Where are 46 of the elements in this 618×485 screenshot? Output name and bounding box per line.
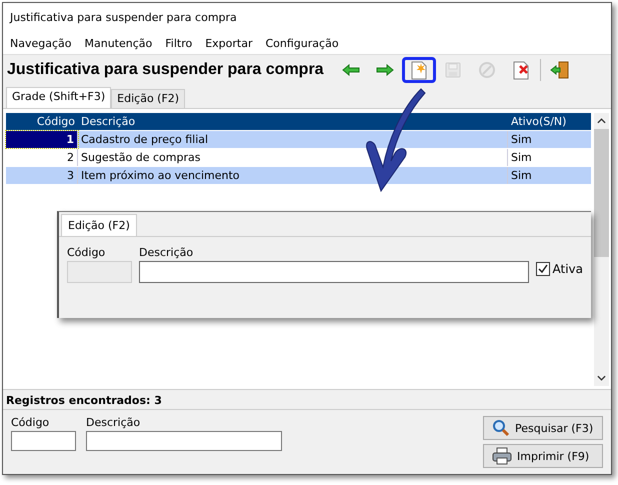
menu-item[interactable]: Configuração xyxy=(266,37,339,50)
code-field[interactable] xyxy=(11,431,76,451)
field-label: Código xyxy=(11,416,50,429)
tab[interactable]: Edição (F2) xyxy=(61,214,137,236)
save-icon xyxy=(444,61,462,79)
table-cell: 1 xyxy=(6,131,78,148)
table-cell-text: Sim xyxy=(510,132,533,148)
tab[interactable]: Grade (Shift+F3) xyxy=(6,87,112,108)
scroll-up-icon[interactable] xyxy=(597,118,606,124)
delete-document-icon xyxy=(512,60,530,80)
exit-door-icon xyxy=(550,60,570,80)
print-button[interactable]: Imprimir (F9) xyxy=(483,444,603,468)
cancel-icon xyxy=(478,61,496,79)
field-label: Código xyxy=(67,246,106,259)
menu-item[interactable]: Navegação xyxy=(10,37,72,50)
table-cell: 2 xyxy=(6,149,78,166)
window-title: Justificativa para suspender para compra xyxy=(3,3,611,33)
description-field[interactable] xyxy=(139,261,528,283)
table-cell-text: Sim xyxy=(510,150,533,166)
menu-item[interactable]: Filtro xyxy=(165,37,192,50)
description-field[interactable] xyxy=(86,431,282,451)
checkbox[interactable] xyxy=(536,262,550,276)
scroll-down-icon[interactable] xyxy=(597,375,606,381)
scrollbar[interactable] xyxy=(594,113,609,386)
new-document-icon xyxy=(410,60,428,80)
search-icon xyxy=(492,419,510,437)
table-cell: 3 xyxy=(6,167,78,184)
column-header: Ativo(S/N) xyxy=(510,114,568,130)
table-row[interactable]: 1 Cadastro de preço filial Sim xyxy=(6,131,591,149)
new-button[interactable] xyxy=(402,57,436,83)
right-arrow-icon xyxy=(376,64,394,76)
table-cell-text: Sim xyxy=(510,168,533,184)
tab[interactable]: Edição (F2) xyxy=(111,89,186,108)
field-label: Descrição xyxy=(139,246,194,259)
left-arrow-icon xyxy=(342,64,360,76)
table-row[interactable]: 3 Item próximo ao vencimento Sim xyxy=(6,167,591,185)
field-label: Descrição xyxy=(86,416,142,429)
status-text: Registros encontrados: 3 xyxy=(3,390,611,410)
menu-item[interactable]: Manutenção xyxy=(84,37,152,50)
form-title: Justificativa para suspender para compra xyxy=(7,61,324,79)
search-button[interactable]: Pesquisar (F3) xyxy=(483,416,603,440)
column-header: Descrição xyxy=(80,114,136,130)
menu-item[interactable]: Exportar xyxy=(205,37,252,50)
printer-icon xyxy=(492,447,512,465)
checkbox-label: Ativa xyxy=(552,262,583,276)
column-header: Código xyxy=(36,114,76,130)
